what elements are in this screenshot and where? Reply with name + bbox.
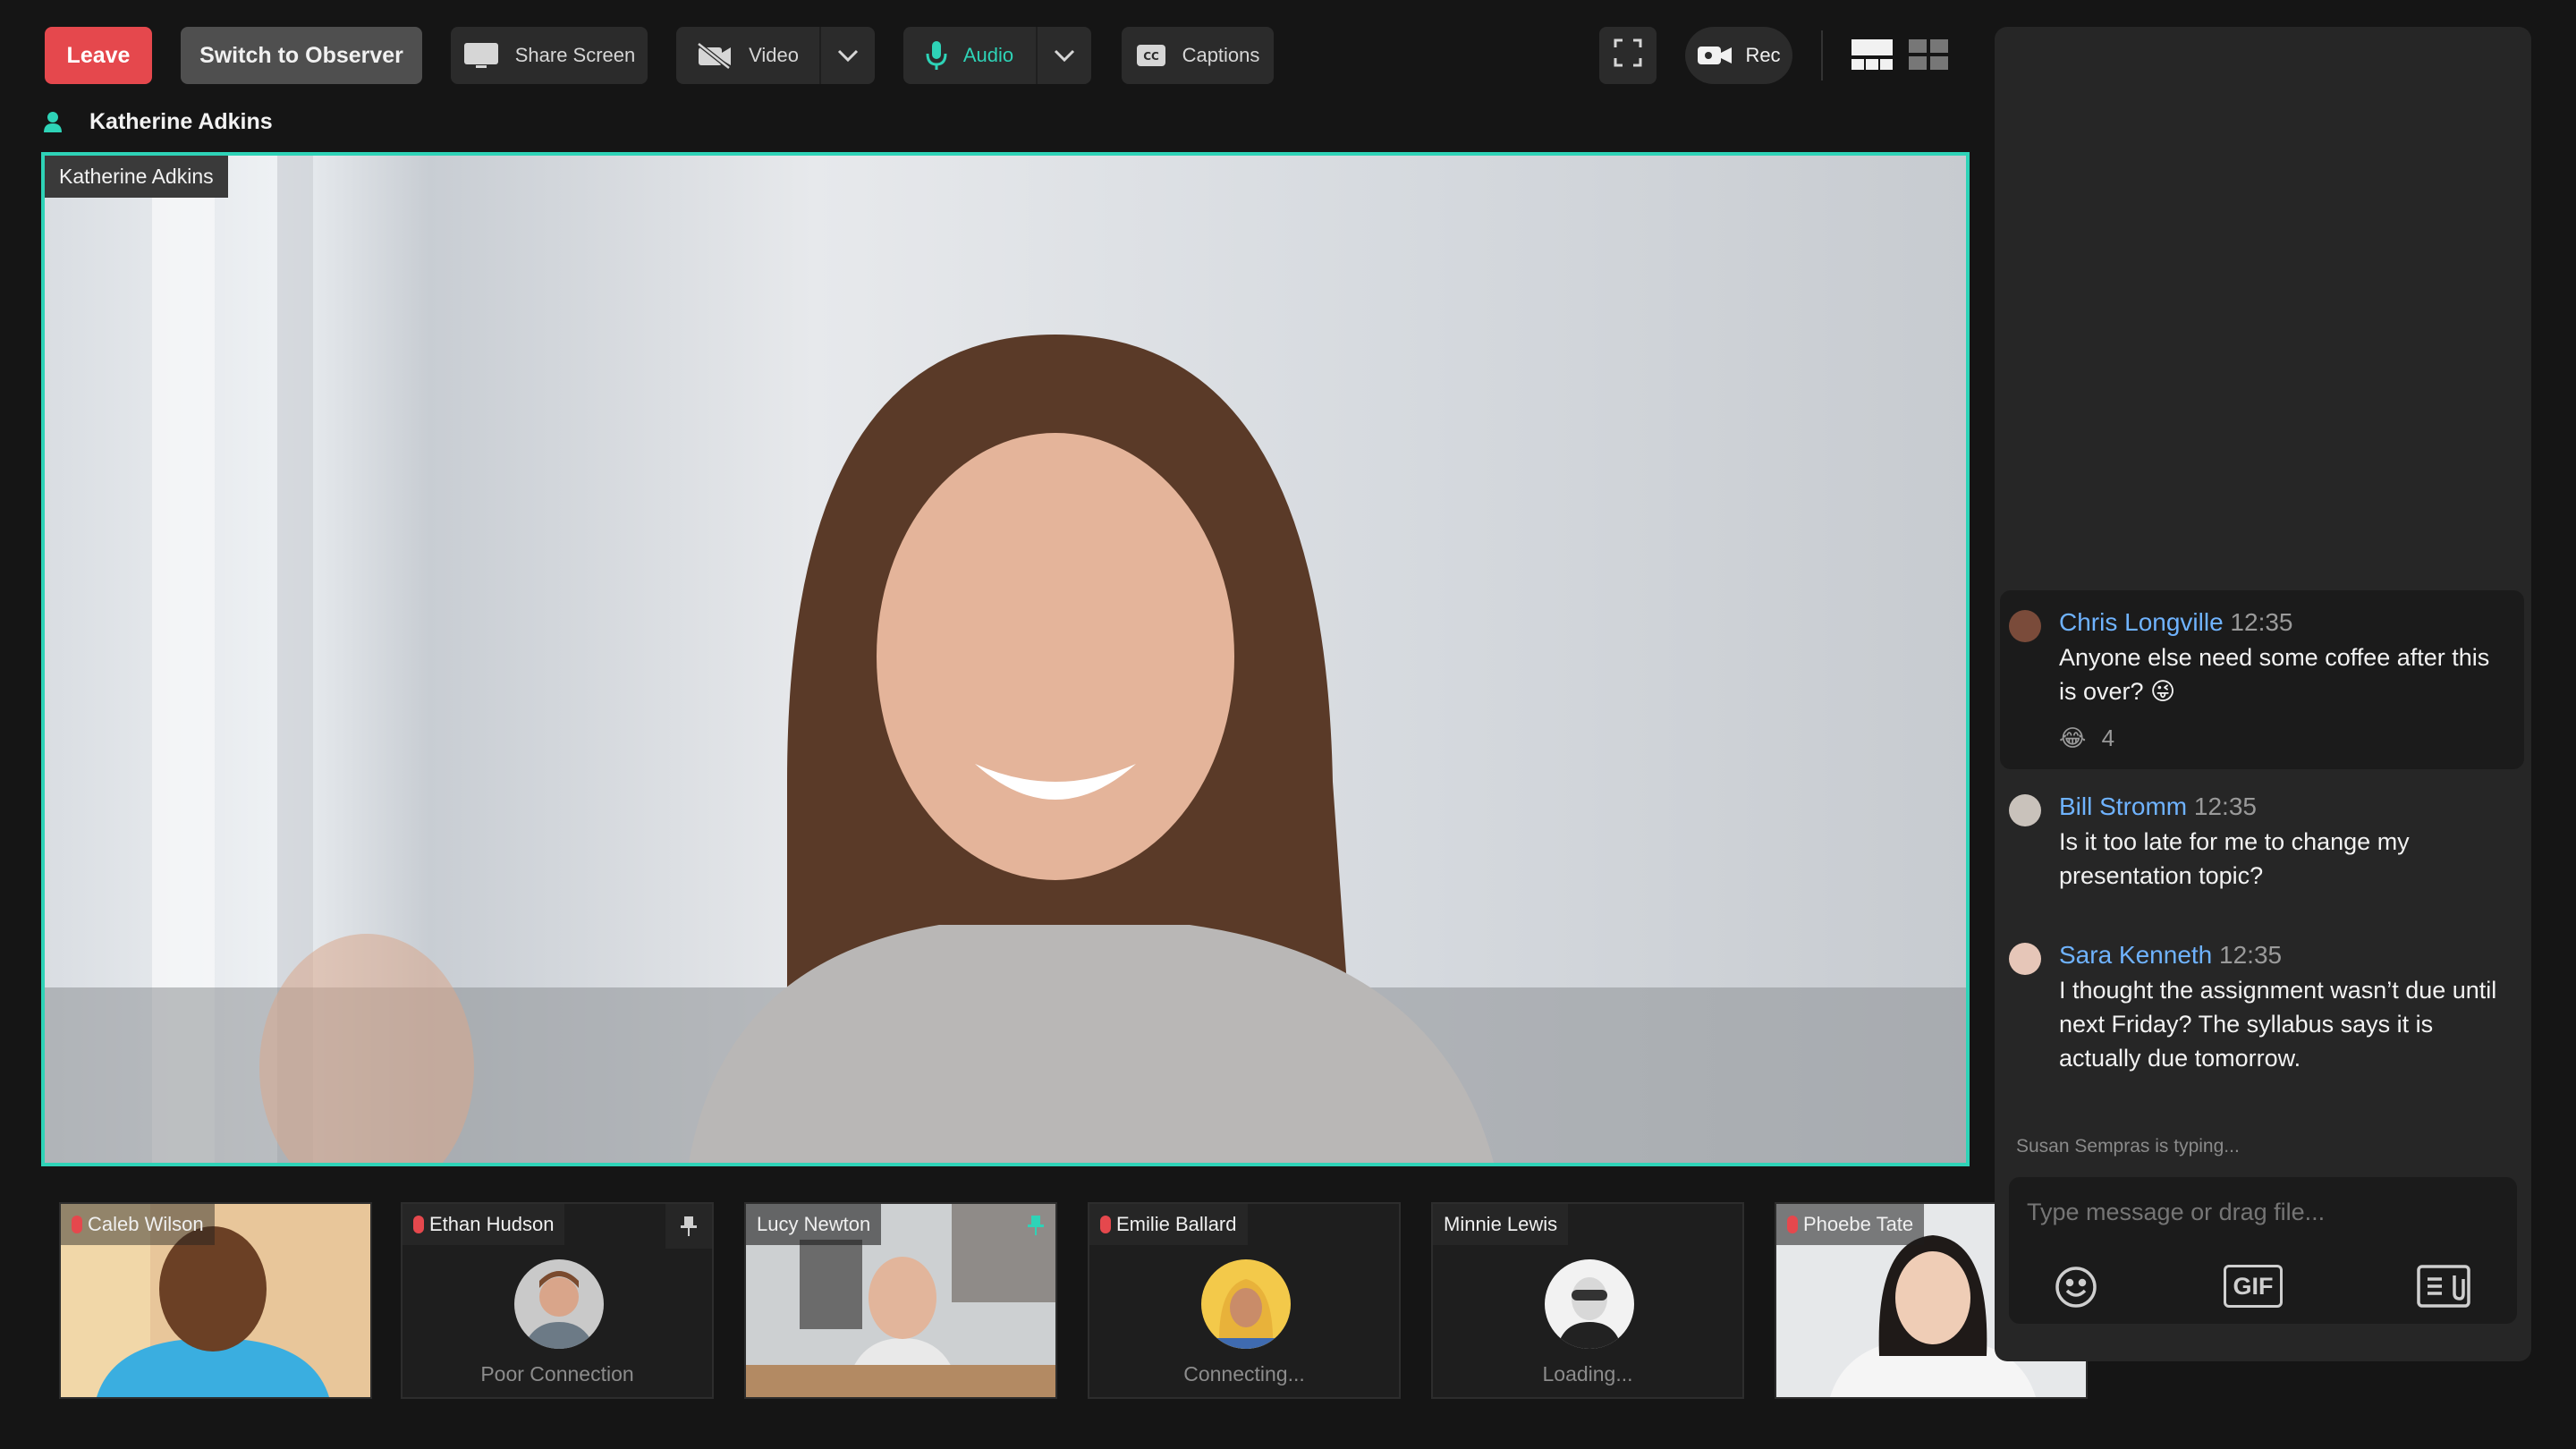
sender-name: Chris Longville — [2059, 608, 2224, 636]
video-label: Video — [749, 44, 799, 66]
chevron-down-icon — [1054, 44, 1075, 67]
fullscreen-icon — [1614, 38, 1642, 72]
captions-button[interactable]: CC Captions — [1122, 27, 1274, 84]
emoji-button[interactable] — [2054, 1265, 2098, 1314]
participant-name: Lucy Newton — [757, 1213, 871, 1235]
record-button[interactable]: Rec — [1685, 27, 1792, 84]
mic-off-icon — [72, 1216, 82, 1233]
participant-name: Emilie Ballard — [1116, 1213, 1237, 1235]
sender-name: Sara Kenneth — [2059, 941, 2213, 969]
message-text: Is it too late for me to change my prese… — [2059, 828, 2410, 889]
avatar — [1545, 1259, 1634, 1349]
share-screen-button[interactable]: Share Screen — [451, 27, 648, 84]
avatar — [514, 1259, 604, 1349]
reaction[interactable]: 😂 4 — [2059, 724, 2114, 752]
audio-button[interactable]: Audio — [903, 27, 1036, 84]
video-off-icon — [697, 42, 733, 69]
main-video-label: Katherine Adkins — [45, 156, 228, 198]
grid-layout-icon[interactable] — [1909, 39, 1948, 74]
attach-file-icon — [2417, 1265, 2470, 1308]
mic-off-icon — [1100, 1216, 1111, 1233]
participant-tile[interactable]: Caleb Wilson — [59, 1202, 372, 1399]
mic-off-icon — [1787, 1216, 1798, 1233]
main-video[interactable]: Katherine Adkins — [41, 152, 1970, 1166]
avatar — [2009, 610, 2041, 642]
chat-message[interactable]: Chris Longville 12:35 Anyone else need s… — [2004, 590, 2522, 769]
participant-name-label: Ethan Hudson — [402, 1204, 565, 1245]
mic-off-icon — [413, 1216, 424, 1233]
participant-name: Phoebe Tate — [1803, 1213, 1914, 1235]
participant-tile[interactable]: Lucy Newton — [744, 1202, 1057, 1399]
avatar — [1201, 1259, 1291, 1349]
share-screen-label: Share Screen — [514, 44, 636, 66]
fullscreen-button[interactable] — [1599, 27, 1657, 84]
switch-to-observer-button[interactable]: Switch to Observer — [181, 27, 422, 84]
connection-status: Loading... — [1542, 1362, 1633, 1385]
typing-indicator: Susan Sempras is typing... — [2016, 1136, 2240, 1157]
message-time: 12:35 — [2219, 941, 2283, 969]
message-text: I thought the assignment wasn’t due unti… — [2059, 977, 2497, 1072]
chevron-down-icon — [837, 44, 859, 67]
participant-name: Ethan Hudson — [429, 1213, 555, 1235]
avatar — [2009, 794, 2041, 826]
message-time: 12:35 — [2230, 608, 2293, 636]
leave-button[interactable]: Leave — [45, 27, 152, 84]
user-icon — [43, 111, 63, 137]
gif-button[interactable]: GIF — [2224, 1265, 2283, 1308]
audio-options-button[interactable] — [1036, 27, 1091, 84]
sender-name: Bill Stromm — [2059, 792, 2188, 820]
video-options-button[interactable] — [819, 27, 875, 84]
connection-status: Poor Connection — [480, 1362, 634, 1385]
connection-status: Connecting... — [1183, 1362, 1305, 1385]
captions-icon: CC — [1136, 44, 1166, 67]
rec-label: Rec — [1745, 44, 1781, 66]
participant-name-label: Caleb Wilson — [61, 1204, 215, 1245]
reaction-count: 4 — [2101, 724, 2115, 751]
audio-label: Audio — [962, 44, 1014, 66]
chat-sender: Sara Kenneth 12:35 — [2059, 941, 2282, 970]
attach-button[interactable] — [2417, 1265, 2470, 1312]
message-text: Anyone else need some coffee after this … — [2059, 644, 2490, 705]
reaction-emoji: 😂 — [2059, 724, 2087, 751]
participant-tile[interactable]: Ethan Hudson Poor Connection — [401, 1202, 714, 1399]
pin-icon[interactable] — [1027, 1215, 1045, 1241]
pin-button[interactable] — [665, 1204, 712, 1249]
participant-name: Caleb Wilson — [88, 1213, 204, 1235]
message-time: 12:35 — [2193, 792, 2257, 820]
participant-tile[interactable]: Minnie Lewis Loading... — [1431, 1202, 1744, 1399]
message-composer: GIF — [2009, 1177, 2517, 1324]
message-input[interactable] — [2025, 1190, 2494, 1234]
captions-label: Captions — [1182, 44, 1260, 66]
participant-name-label: Lucy Newton — [746, 1204, 882, 1245]
chat-message[interactable]: Sara Kenneth 12:35 I thought the assignm… — [2004, 923, 2522, 1084]
speaker-layout-icon[interactable] — [1852, 39, 1893, 74]
chat-sender: Chris Longville 12:35 — [2059, 608, 2293, 637]
participant-name: Minnie Lewis — [1444, 1213, 1558, 1235]
emoji-icon — [2055, 1267, 2097, 1308]
monitor-icon — [463, 42, 499, 69]
toolbar-divider — [1821, 30, 1823, 80]
pin-icon — [681, 1216, 697, 1236]
chat-message[interactable]: Bill Stromm 12:35 Is it too late for me … — [2004, 775, 2522, 900]
avatar — [2009, 943, 2041, 975]
participant-name-label: Emilie Ballard — [1089, 1204, 1248, 1245]
camera-icon — [1697, 44, 1733, 67]
microphone-icon — [926, 40, 947, 71]
chat-sender: Bill Stromm 12:35 — [2059, 792, 2257, 821]
gif-label: GIF — [2233, 1272, 2274, 1300]
participant-tile[interactable]: Emilie Ballard Connecting... — [1088, 1202, 1401, 1399]
active-speaker-name: Katherine Adkins — [89, 109, 273, 134]
participant-name-label: Phoebe Tate — [1776, 1204, 1925, 1245]
participant-name-label: Minnie Lewis — [1433, 1204, 1569, 1245]
video-button[interactable]: Video — [676, 27, 819, 84]
svg-text:CC: CC — [1143, 50, 1159, 63]
